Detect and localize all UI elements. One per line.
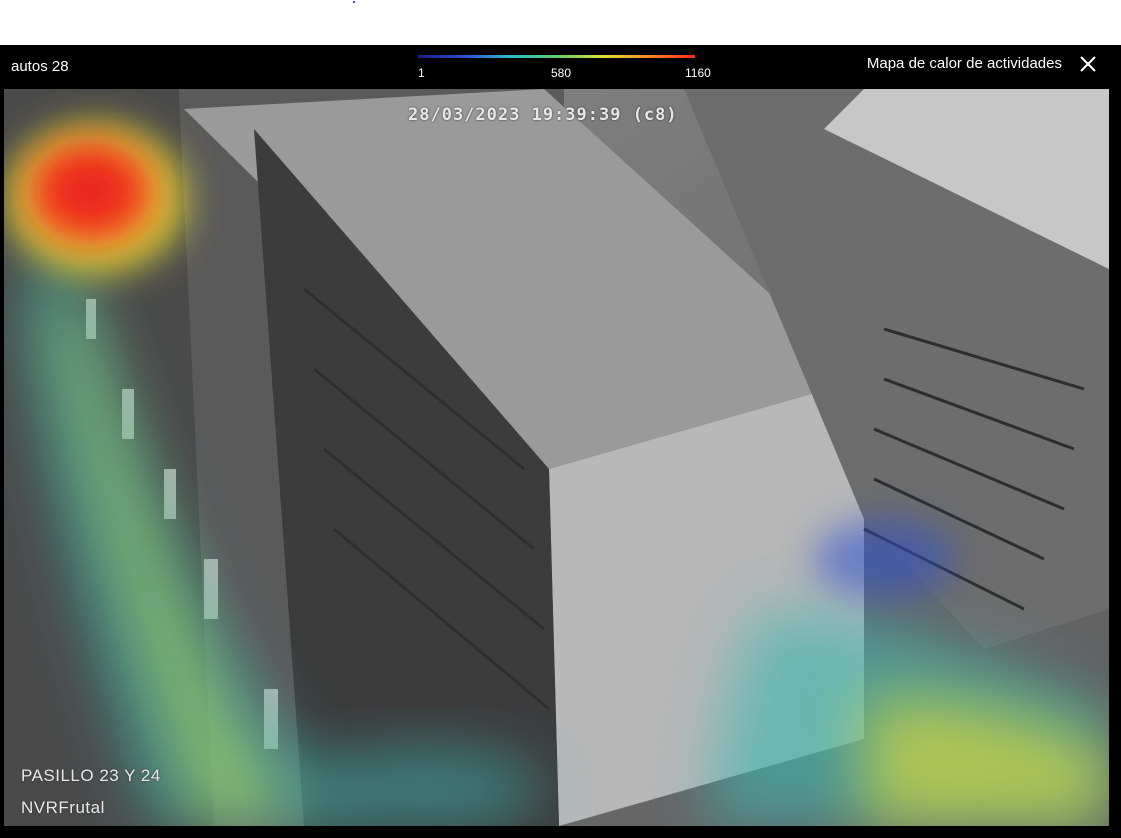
close-icon xyxy=(1080,56,1096,72)
page-background xyxy=(0,0,1121,45)
camera-video-frame: 28/03/2023 19:39:39 (c8) PASILLO 23 Y 24… xyxy=(4,89,1109,826)
aisle-label: PASILLO 23 Y 24 xyxy=(21,766,161,785)
camera-scene xyxy=(4,89,1109,826)
stray-pixel xyxy=(353,1,355,3)
heat-scale-gradient xyxy=(418,55,695,58)
scale-min-label: 1 xyxy=(418,66,425,80)
close-button[interactable] xyxy=(1077,53,1099,75)
dialog-title: Mapa de calor de actividades xyxy=(866,55,1062,72)
video-timestamp: 28/03/2023 19:39:39 (c8) xyxy=(408,105,678,125)
dialog-header: autos 28 1 580 1160 Mapa de calor de act… xyxy=(0,45,1121,89)
heat-scale-legend: 1 580 1160 xyxy=(418,55,718,85)
heatmap-dialog: autos 28 1 580 1160 Mapa de calor de act… xyxy=(0,45,1121,838)
camera-name: autos 28 xyxy=(11,58,69,75)
recorder-label: NVRFrutal xyxy=(21,798,105,817)
scale-max-label: 1160 xyxy=(685,66,711,80)
scale-mid-label: 580 xyxy=(551,66,572,80)
